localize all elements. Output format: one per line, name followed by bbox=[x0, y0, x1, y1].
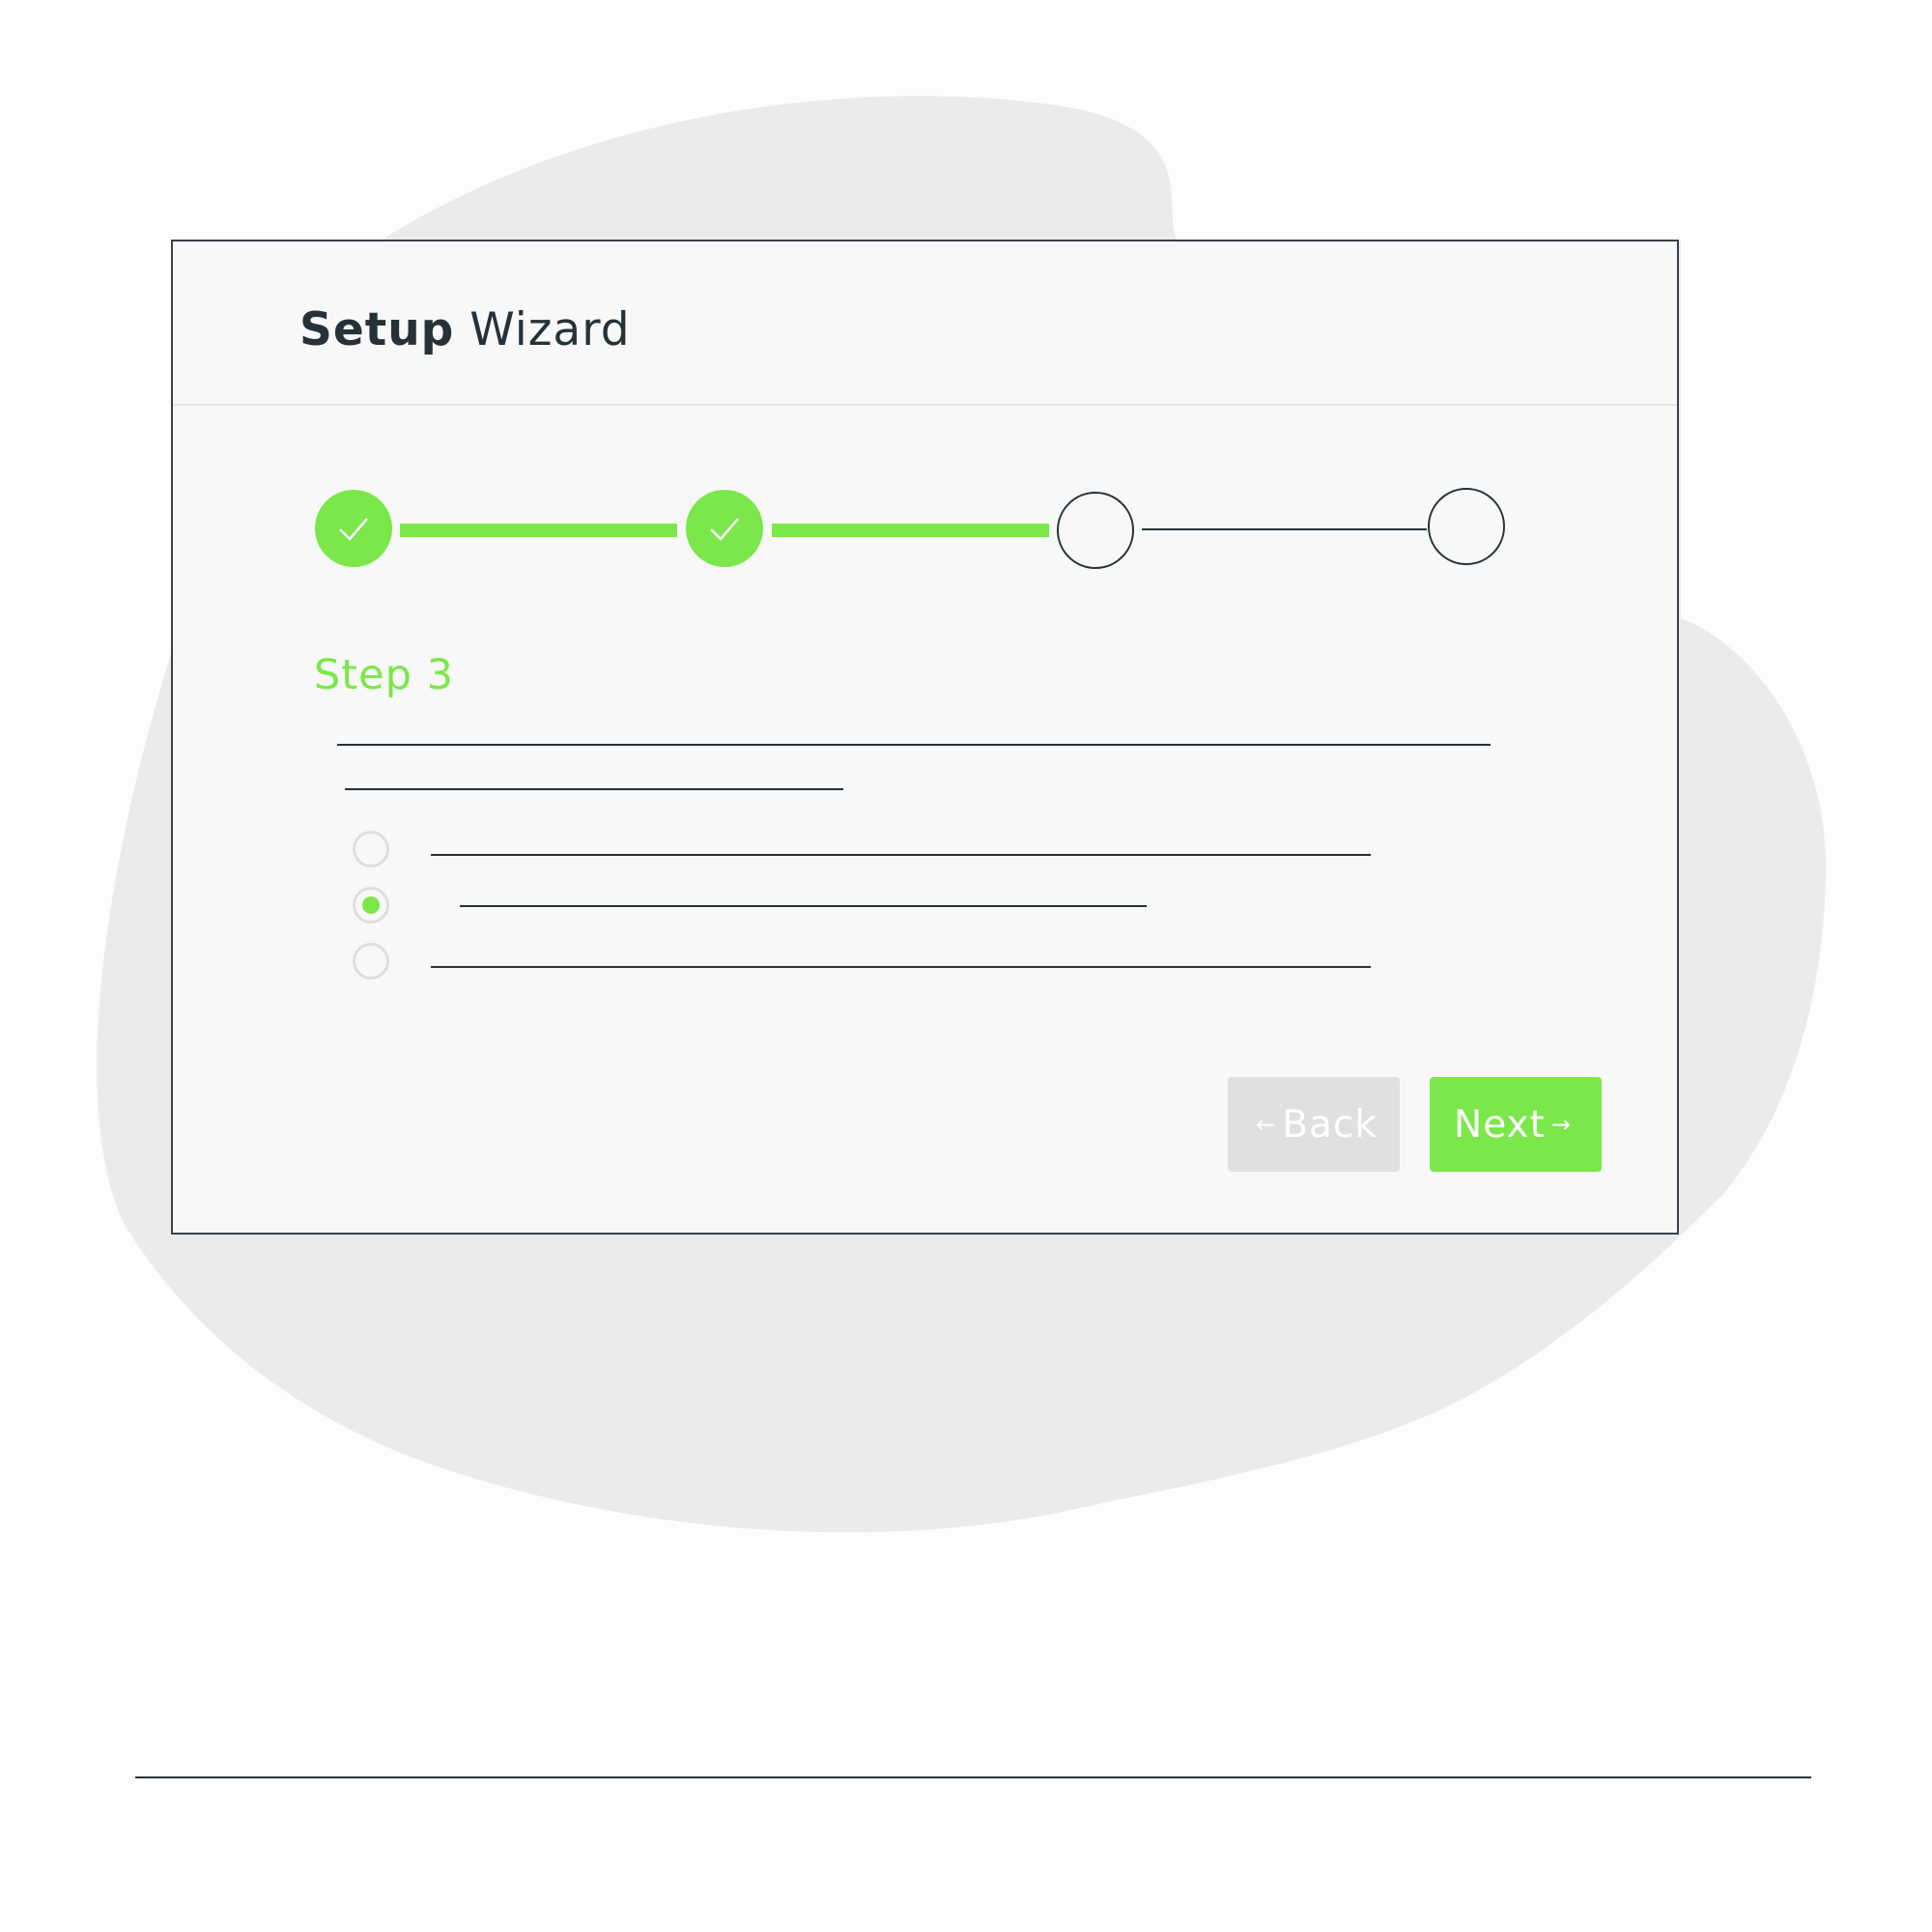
description-line bbox=[345, 788, 843, 790]
option-3-text bbox=[431, 966, 1371, 968]
back-button-label: Back bbox=[1282, 1102, 1378, 1147]
setup-wizard-window: Setup Wizard Step 3 ← Back Next → bbox=[171, 240, 1679, 1235]
radio-selected-dot bbox=[362, 896, 380, 914]
step-1-complete[interactable] bbox=[315, 490, 392, 567]
check-icon bbox=[339, 518, 368, 541]
step-4-pending[interactable] bbox=[1428, 488, 1505, 565]
option-1-text bbox=[431, 854, 1371, 856]
window-title: Setup Wizard bbox=[299, 303, 631, 356]
current-step-heading: Step 3 bbox=[314, 651, 454, 699]
step-2-complete[interactable] bbox=[686, 490, 763, 567]
description-line bbox=[337, 744, 1491, 746]
arrow-right-icon: → bbox=[1550, 1111, 1572, 1138]
back-button[interactable]: ← Back bbox=[1228, 1077, 1400, 1172]
step-connector-2 bbox=[772, 524, 1049, 537]
radio-option-2-selected[interactable] bbox=[353, 887, 389, 923]
next-button[interactable]: Next → bbox=[1430, 1077, 1602, 1172]
step-connector-3 bbox=[1142, 528, 1427, 530]
option-2-text bbox=[460, 905, 1147, 907]
radio-option-3[interactable] bbox=[353, 943, 389, 980]
radio-option-1[interactable] bbox=[353, 831, 389, 867]
window-header: Setup Wizard bbox=[173, 242, 1677, 406]
check-icon bbox=[710, 518, 739, 541]
window-title-rest: Wizard bbox=[469, 303, 631, 356]
step-3-current[interactable] bbox=[1057, 492, 1134, 569]
arrow-left-icon: ← bbox=[1256, 1111, 1277, 1138]
window-title-bold: Setup bbox=[299, 303, 455, 356]
step-connector-1 bbox=[400, 524, 677, 537]
next-button-label: Next bbox=[1454, 1102, 1546, 1147]
illustration-stage: Setup Wizard Step 3 ← Back Next → bbox=[0, 0, 1932, 1932]
